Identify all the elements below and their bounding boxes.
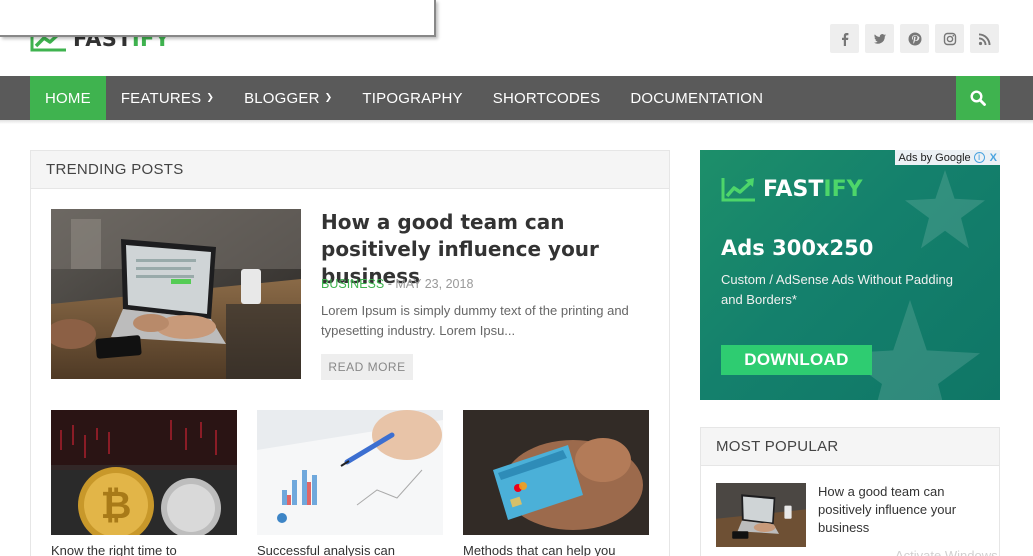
search-button[interactable] — [956, 76, 1000, 120]
post-category[interactable]: BUSINESS — [321, 277, 384, 291]
overlay-window-frame — [0, 0, 436, 37]
twitter-icon[interactable] — [865, 24, 894, 53]
nav-item-tipography[interactable]: TIPOGRAPHY — [347, 76, 477, 120]
ad-banner-300x250[interactable]: Ads by Google i X FASTIFY Ads 300x250 Cu… — [700, 150, 1000, 400]
nav-label: BLOGGER — [244, 89, 320, 107]
nav-label: TIPOGRAPHY — [362, 89, 463, 107]
post-thumbnail[interactable] — [257, 410, 443, 535]
nav-item-home[interactable]: HOME — [30, 76, 106, 120]
nav-label: HOME — [45, 89, 91, 107]
post-thumbnail[interactable]: ₿ — [51, 410, 237, 535]
post-card-title[interactable]: Successful analysis can — [257, 543, 443, 556]
post-date: MAY 23, 2018 — [395, 277, 474, 291]
close-icon[interactable]: X — [987, 152, 1000, 164]
os-watermark: Activate Windows — [895, 548, 998, 556]
chevron-down-icon: ❯ — [324, 91, 333, 102]
meta-separator: - — [384, 277, 396, 291]
ad-download-button[interactable]: DOWNLOAD — [721, 345, 872, 375]
ad-logo: FASTIFY — [721, 176, 863, 202]
main-nav: HOME FEATURES ❯ BLOGGER ❯ TIPOGRAPHY SHORT… — [0, 76, 1033, 120]
info-icon[interactable]: i — [973, 152, 985, 163]
post-excerpt: Lorem Ipsum is simply dummy text of the … — [321, 303, 629, 338]
instagram-icon[interactable] — [935, 24, 964, 53]
nav-label: DOCUMENTATION — [630, 89, 764, 107]
rss-icon[interactable] — [970, 24, 999, 53]
facebook-icon[interactable] — [830, 24, 859, 53]
post-card[interactable]: Successful analysis can — [257, 410, 443, 556]
post-card-title[interactable]: Know the right time to — [51, 543, 237, 556]
ad-logo-text: FASTIFY — [763, 176, 863, 202]
widget-title: TRENDING POSTS — [31, 151, 669, 189]
featured-post-image[interactable] — [51, 209, 301, 379]
nav-item-blogger[interactable]: BLOGGER ❯ — [229, 76, 347, 120]
nav-item-shortcodes[interactable]: SHORTCODES — [478, 76, 616, 120]
chevron-down-icon: ❯ — [206, 91, 215, 102]
post-card[interactable]: ₿ Know the right time to — [51, 410, 237, 556]
widget-title: MOST POPULAR — [701, 428, 999, 466]
nav-label: FEATURES — [120, 89, 202, 107]
nav-item-documentation[interactable]: DOCUMENTATION — [615, 76, 778, 120]
trending-posts-widget: TRENDING POSTS How a good team can posit… — [30, 150, 670, 556]
read-more-button[interactable]: READ MORE — [321, 354, 413, 380]
nav-label: SHORTCODES — [492, 89, 601, 107]
search-icon — [970, 90, 986, 106]
post-thumbnail[interactable] — [463, 410, 649, 535]
nav-shadow — [0, 120, 1033, 124]
nav-item-features[interactable]: FEATURES ❯ — [106, 76, 229, 120]
ad-choices[interactable]: Ads by Google i X — [894, 150, 1000, 165]
post-card[interactable]: Methods that can help you — [463, 410, 649, 556]
chart-trend-icon — [721, 178, 755, 202]
ad-headline: Ads 300x250 — [721, 236, 874, 260]
site-header: FASTIFY — [0, 0, 1033, 76]
post-meta: BUSINESS - MAY 23, 2018 — [321, 277, 473, 291]
nav-menu: HOME FEATURES ❯ BLOGGER ❯ TIPOGRAPHY SHORT… — [30, 76, 778, 120]
decor-star — [905, 170, 985, 249]
svg-text:₿: ₿ — [101, 483, 132, 527]
popular-post-title[interactable]: How a good team can positively influence… — [818, 483, 988, 537]
most-popular-widget: MOST POPULAR How a good team can positiv… — [700, 427, 1000, 556]
ads-by-google-label: Ads by Google — [898, 151, 971, 164]
ad-subtext: Custom / AdSense Ads Without Padding and… — [721, 272, 953, 307]
post-card-title[interactable]: Methods that can help you — [463, 543, 649, 556]
social-links — [830, 24, 999, 53]
pinterest-icon[interactable] — [900, 24, 929, 53]
popular-post-thumbnail[interactable] — [716, 483, 806, 547]
